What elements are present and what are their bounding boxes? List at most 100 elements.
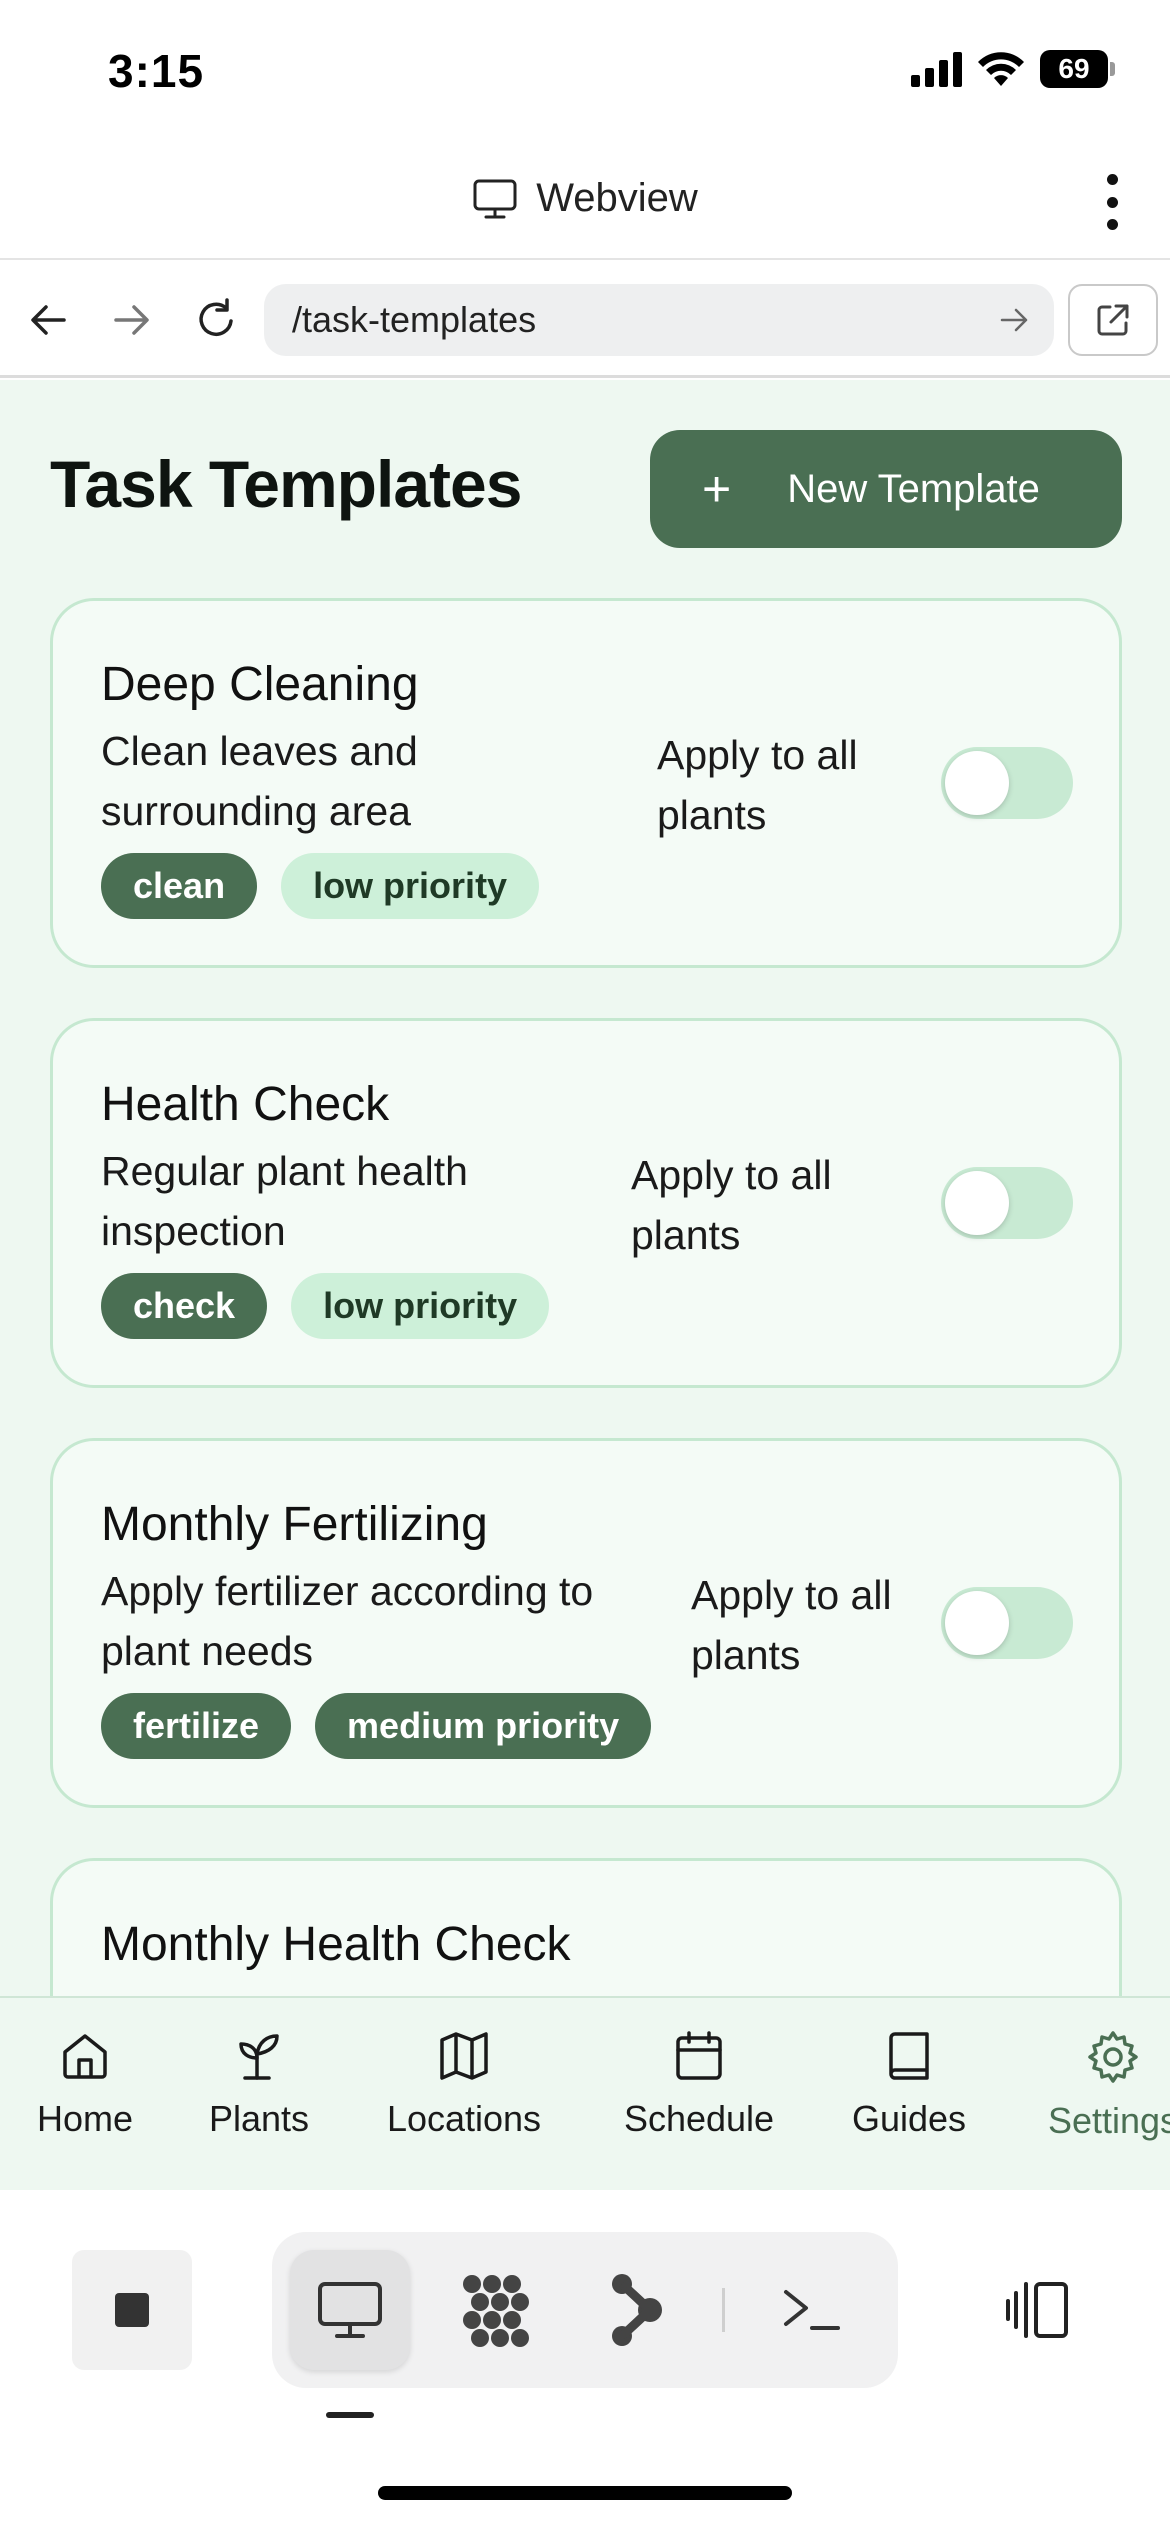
apply-to-all-toggle[interactable] [941,1167,1073,1239]
monitor-icon [473,179,517,218]
description-line: inspection [101,1208,286,1254]
reload-button[interactable] [188,292,244,348]
nav-item-settings[interactable]: Settings [1038,2028,1170,2142]
back-button[interactable] [20,292,76,348]
new-template-label: New Template [787,466,1040,511]
template-card[interactable]: Monthly Health Check [50,1858,1122,1996]
nav-label: Home [36,2098,134,2139]
category-tag: fertilize [101,1693,292,1759]
description-line: Regular plant health [101,1148,468,1194]
priority-tag: low priority [281,853,540,919]
battery-icon: 69 [1040,50,1115,88]
template-description: Regular plant health inspection [101,1141,641,1261]
apply-label-line: plants [631,1212,741,1258]
nav-item-plants[interactable]: Plants [196,2028,322,2140]
plus-icon: + [702,461,732,517]
template-card[interactable]: Deep Cleaning Clean leaves and surroundi… [50,598,1122,968]
stop-button[interactable] [72,2250,192,2370]
bottom-nav: Home Plants Locations Schedule Guides Se… [0,1996,1170,2190]
arrow-left-icon [31,305,66,335]
cellular-signal-icon [911,51,962,87]
apply-to-all-toggle[interactable] [941,747,1073,819]
terminal-icon [784,2290,840,2330]
apply-label-line: plants [691,1632,801,1678]
active-indicator [326,2412,374,2418]
url-text: /task-templates [292,299,537,340]
nav-item-home[interactable]: Home [20,2028,150,2140]
status-time: 3:15 [108,45,205,97]
apply-to-all-label: Apply to all plants [631,1145,881,1265]
flow-mode-button[interactable] [576,2250,696,2370]
tag-list: clean low priority [101,853,540,919]
arrow-right-icon [1000,308,1028,332]
battery-level: 69 [1058,53,1090,84]
apply-to-all-label: Apply to all plants [657,725,907,845]
new-template-button[interactable]: + New Template [650,430,1122,548]
page-title: Task Templates [50,447,522,521]
template-title: Health Check [101,1078,390,1131]
url-bar: /task-templates [0,262,1170,378]
priority-tag: low priority [291,1273,550,1339]
nav-item-schedule[interactable]: Schedule [614,2028,784,2140]
grid-dots-icon [463,2275,529,2347]
tag-list: check low priority [101,1273,550,1339]
wifi-icon [978,52,1024,86]
reload-icon [199,298,233,337]
nav-label: Plants [208,2098,310,2139]
apply-label-line: Apply to all [691,1572,892,1618]
monitor-icon [318,2282,382,2338]
apply-to-all-label: Apply to all plants [691,1565,941,1685]
template-title: Monthly Fertilizing [101,1498,488,1551]
category-tag: clean [101,853,258,919]
nav-label: Settings [1047,2100,1170,2141]
tag-list: fertilize medium priority [101,1693,652,1759]
description-line: Apply fertilizer according to [101,1568,594,1614]
template-card[interactable]: Monthly Fertilizing Apply fertilizer acc… [50,1438,1122,1808]
apply-to-all-toggle[interactable] [941,1587,1073,1659]
more-menu-icon[interactable] [1104,174,1120,230]
go-button[interactable] [998,302,1032,347]
template-description: Apply fertilizer according to plant need… [101,1561,661,1681]
external-link-icon [1097,304,1129,336]
description-line: surrounding area [101,788,411,834]
open-external-button[interactable] [1068,284,1158,356]
toggle-knob [945,751,1009,815]
nav-label: Locations [386,2098,542,2139]
template-description: Clean leaves and surrounding area [101,721,641,841]
apply-label-line: Apply to all [657,732,858,778]
view-mode-switcher [272,2232,898,2388]
status-bar: 3:15 69 [0,0,1170,140]
template-card[interactable]: Health Check Regular plant health inspec… [50,1018,1122,1388]
apps-mode-button[interactable] [436,2250,556,2370]
description-line: plant needs [101,1628,314,1674]
apply-label-line: plants [657,792,767,838]
toggle-knob [945,1171,1009,1235]
terminal-mode-button[interactable] [752,2250,872,2370]
nav-label: Schedule [623,2098,775,2139]
gear-icon [1088,2031,1138,2083]
nav-label: Guides [851,2098,967,2139]
template-title: Deep Cleaning [101,658,419,711]
toggle-knob [945,1591,1009,1655]
url-input[interactable]: /task-templates [264,284,1054,356]
apply-label-line: Apply to all [631,1152,832,1198]
webview-title: Webview [536,176,698,220]
status-icons: 69 [911,50,1115,88]
home-icon [63,2034,107,2079]
main-content: Task Templates + New Template Deep Clean… [0,380,1170,1996]
forward-button[interactable] [104,292,160,348]
priority-tag: medium priority [315,1693,652,1759]
nav-item-guides[interactable]: Guides [846,2028,972,2140]
sidebar-panel-icon [1006,2282,1068,2338]
book-icon [889,2032,929,2080]
sprout-icon [239,2034,279,2080]
stop-icon [115,2293,149,2327]
webview-header: Webview [0,140,1170,260]
category-tag: check [101,1273,268,1339]
map-icon [440,2032,488,2080]
description-line: Clean leaves and [101,728,418,774]
nav-item-locations[interactable]: Locations [376,2028,552,2140]
arrow-right-icon [114,305,149,335]
panel-toggle-button[interactable] [998,2252,1078,2368]
webview-mode-button[interactable] [290,2250,410,2370]
